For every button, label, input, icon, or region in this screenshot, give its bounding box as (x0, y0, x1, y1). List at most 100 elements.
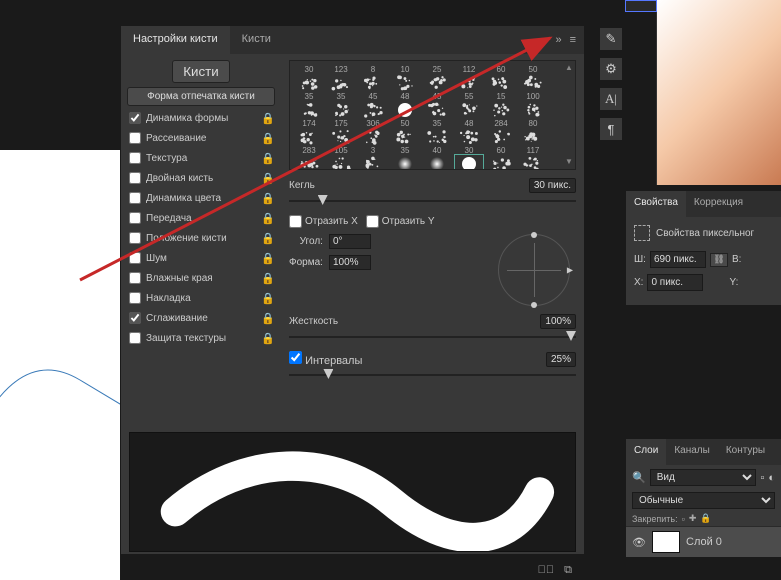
brush-preset[interactable]: 60 (486, 146, 516, 170)
brush-preset[interactable]: 50 (518, 65, 548, 92)
setting-wet-edges[interactable]: Влажные края🔒 (127, 268, 275, 288)
setting-noise[interactable]: Шум🔒 (127, 248, 275, 268)
checkbox-wet-edges[interactable] (129, 272, 141, 284)
brush-preset[interactable]: 55 (454, 92, 484, 119)
size-value[interactable]: 30 пикс. (529, 178, 576, 193)
tab-paths[interactable]: Контуры (718, 439, 773, 465)
lock-icon[interactable]: 🔒 (261, 192, 273, 204)
scroll-up-icon[interactable]: ▲ (564, 63, 574, 73)
paragraph-panel-icon[interactable]: ¶ (600, 118, 622, 140)
character-panel-icon[interactable]: A| (600, 88, 622, 110)
tab-properties[interactable]: Свойства (626, 191, 686, 217)
foreground-background-swatch[interactable] (625, 0, 657, 12)
panel-menu-icon[interactable]: ≡ (570, 34, 576, 46)
setting-texture[interactable]: Текстура🔒 (127, 148, 275, 168)
scroll-down-icon[interactable]: ▼ (564, 157, 574, 167)
brush-preset[interactable]: 8 (358, 65, 388, 92)
spacing-slider[interactable] (289, 367, 576, 383)
lock-all-icon[interactable]: 🔒 (700, 513, 711, 524)
checkbox-smoothing[interactable] (129, 312, 141, 324)
lock-icon[interactable]: 🔒 (261, 232, 273, 244)
brush-preset[interactable]: 40 (422, 146, 452, 170)
brush-preset-grid[interactable]: ▲ ▼ 30123810251126050 35354548455515100 … (289, 60, 576, 170)
tab-brush-settings[interactable]: Настройки кисти (121, 26, 230, 54)
brush-preset[interactable]: 35 (422, 119, 452, 146)
flip-x-checkbox[interactable]: Отразить X (289, 215, 358, 228)
brush-preset[interactable]: 174 (294, 119, 324, 146)
lock-icon[interactable]: 🔒 (261, 292, 273, 304)
setting-brush-pose[interactable]: Положение кисти🔒 (127, 228, 275, 248)
brush-tip-shape-button[interactable]: Форма отпечатка кисти (127, 87, 275, 106)
filter-pixels-icon[interactable]: ▫ (760, 472, 764, 484)
width-input[interactable] (650, 251, 706, 268)
lock-icon[interactable]: 🔒 (261, 272, 273, 284)
setting-color-dynamics[interactable]: Динамика цвета🔒 (127, 188, 275, 208)
brush-preset[interactable]: 50 (390, 119, 420, 146)
brush-preset[interactable]: 35 (390, 146, 420, 170)
visibility-icon[interactable]: 👁 (632, 536, 646, 549)
flip-y-checkbox[interactable]: Отразить Y (366, 215, 435, 228)
hardness-slider[interactable] (289, 329, 576, 345)
adjustments-panel-icon[interactable]: ⚙ (600, 58, 622, 80)
checkbox-brush-pose[interactable] (129, 232, 141, 244)
brush-preset[interactable]: 35 (326, 92, 356, 119)
checkbox-texture[interactable] (129, 152, 141, 164)
preview-toggle-icon[interactable]: ◉⃕ (538, 564, 555, 576)
checkbox-shape-dynamics[interactable] (129, 112, 141, 124)
brush-preset[interactable]: 112 (454, 65, 484, 92)
brush-preset[interactable]: 123 (326, 65, 356, 92)
brush-preset[interactable]: 48 (454, 119, 484, 146)
document-canvas[interactable] (0, 150, 120, 580)
brush-preset[interactable]: 3 (358, 146, 388, 170)
checkbox-scattering[interactable] (129, 132, 141, 144)
lock-icon[interactable]: 🔒 (261, 212, 273, 224)
tab-channels[interactable]: Каналы (666, 439, 718, 465)
brush-preset[interactable]: 175 (326, 119, 356, 146)
brush-preset[interactable]: 284 (486, 119, 516, 146)
brushes-button[interactable]: Кисти (172, 60, 229, 83)
spacing-checkbox[interactable]: Интервалы (289, 351, 362, 367)
filter-adjustments-icon[interactable]: ◐ (768, 472, 775, 484)
angle-dial[interactable]: ▶ (498, 234, 570, 306)
lock-icon[interactable]: 🔒 (261, 332, 273, 344)
checkbox-buildup[interactable] (129, 292, 141, 304)
brush-preset[interactable]: 10 (390, 65, 420, 92)
collapse-icon[interactable]: » (555, 34, 561, 46)
brush-preset[interactable]: 30 (454, 146, 484, 170)
lock-position-icon[interactable]: ✚ (689, 513, 697, 524)
lock-icon[interactable]: 🔒 (261, 252, 273, 264)
checkbox-dual-brush[interactable] (129, 172, 141, 184)
lock-icon[interactable]: 🔒 (261, 132, 273, 144)
brush-preset[interactable]: 117 (518, 146, 548, 170)
spacing-value[interactable]: 25% (546, 352, 576, 367)
brush-preset[interactable]: 30 (294, 65, 324, 92)
lock-icon[interactable]: 🔒 (261, 112, 273, 124)
blend-mode-select[interactable]: Обычные (632, 492, 775, 509)
layer-thumbnail[interactable] (652, 531, 680, 553)
size-slider[interactable] (289, 193, 576, 209)
layer-filter-select[interactable]: Вид (650, 469, 757, 486)
setting-transfer[interactable]: Передача🔒 (127, 208, 275, 228)
brushes-panel-icon[interactable]: ✎ (600, 28, 622, 50)
brush-preset[interactable]: 48 (390, 92, 420, 119)
angle-input[interactable] (329, 234, 371, 249)
lock-icon[interactable]: 🔒 (261, 172, 273, 184)
tab-brushes[interactable]: Кисти (230, 26, 283, 54)
setting-protect-texture[interactable]: Защита текстуры🔒 (127, 328, 275, 348)
layer-item[interactable]: 👁 Слой 0 (626, 526, 781, 557)
brush-preset[interactable]: 25 (422, 65, 452, 92)
brush-preset[interactable]: 35 (294, 92, 324, 119)
checkbox-transfer[interactable] (129, 212, 141, 224)
layer-name[interactable]: Слой 0 (686, 536, 722, 548)
hardness-value[interactable]: 100% (540, 314, 576, 329)
checkbox-noise[interactable] (129, 252, 141, 264)
setting-shape-dynamics[interactable]: Динамика формы🔒 (127, 108, 275, 128)
brush-preset[interactable]: 283 (294, 146, 324, 170)
setting-dual-brush[interactable]: Двойная кисть🔒 (127, 168, 275, 188)
checkbox-color-dynamics[interactable] (129, 192, 141, 204)
lock-icon[interactable]: 🔒 (261, 312, 273, 324)
brush-preset[interactable]: 60 (486, 65, 516, 92)
lock-pixels-icon[interactable]: ▫ (682, 514, 685, 524)
setting-scattering[interactable]: Рассеивание🔒 (127, 128, 275, 148)
x-input[interactable] (647, 274, 703, 291)
